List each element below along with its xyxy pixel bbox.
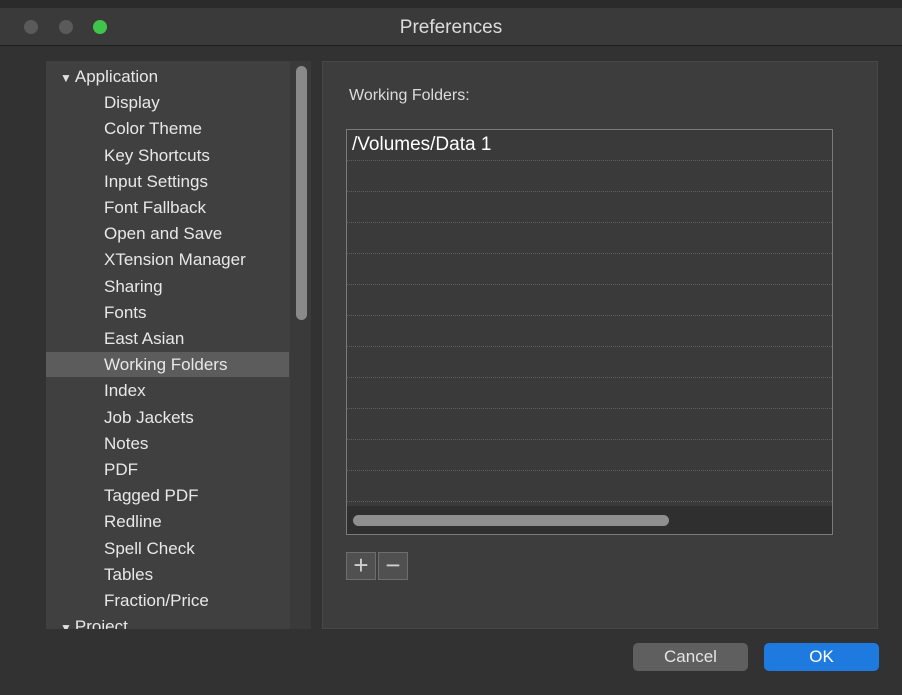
sidebar-item-key-shortcuts[interactable]: Key Shortcuts [46, 143, 289, 168]
sidebar-item-east-asian[interactable]: East Asian [46, 326, 289, 351]
sidebar-item-job-jackets[interactable]: Job Jackets [46, 405, 289, 430]
sidebar-item-label: Key Shortcuts [104, 145, 210, 165]
remove-folder-button[interactable]: − [378, 552, 408, 580]
list-item [347, 192, 832, 223]
sidebar-item-label: Job Jackets [104, 407, 194, 427]
disclosure-triangle-icon[interactable]: ▼ [60, 66, 72, 91]
sidebar-item-project[interactable]: ▼ Project [46, 614, 289, 629]
ok-button[interactable]: OK [764, 643, 879, 671]
sidebar-item-label: East Asian [104, 329, 185, 348]
list-item [347, 471, 832, 502]
disclosure-triangle-icon[interactable]: ▼ [60, 616, 72, 629]
working-folders-list[interactable]: /Volumes/Data 1 [346, 129, 833, 535]
list-item[interactable]: /Volumes/Data 1 [347, 130, 832, 161]
working-folders-panel: Working Folders: /Volumes/Data 1 + − [322, 61, 878, 629]
sidebar-item-label: Tagged PDF [104, 486, 199, 506]
sidebar-item-pdf[interactable]: PDF [46, 457, 289, 482]
sidebar-item-xtension-manager[interactable]: XTension Manager [46, 247, 289, 272]
sidebar-item-font-fallback[interactable]: Font Fallback [46, 195, 289, 220]
sidebar-item-redline[interactable]: Redline [46, 509, 289, 534]
sidebar-item-label: Spell Check [104, 538, 195, 558]
sidebar-item-open-and-save[interactable]: Open and Save [46, 221, 289, 246]
sidebar-item-index[interactable]: Index [46, 378, 289, 403]
sidebar-item-label: Input Settings [104, 171, 208, 191]
sidebar-item-label: Font Fallback [104, 198, 207, 217]
list-scrollbar-track[interactable] [347, 506, 832, 534]
sidebar-item-display[interactable]: Display [46, 90, 289, 115]
list-item [347, 161, 832, 192]
section-label: Working Folders: [349, 87, 470, 104]
sidebar-scrollbar-thumb[interactable] [296, 66, 307, 320]
sidebar-item-notes[interactable]: Notes [46, 431, 289, 456]
sidebar-item-label: Tables [104, 564, 154, 584]
preferences-window: Preferences ▼ Application Display Color The… [0, 8, 902, 695]
list-item [347, 285, 832, 316]
sidebar-item-label: PDF [104, 460, 138, 479]
sidebar-item-label: Redline [104, 512, 162, 532]
sidebar-item-color-theme[interactable]: Color Theme [46, 116, 289, 141]
sidebar-item-fonts[interactable]: Fonts [46, 300, 289, 325]
list-item [347, 316, 832, 347]
list-scrollbar-thumb[interactable] [353, 515, 669, 526]
sidebar-item-working-folders[interactable]: Working Folders [46, 352, 289, 378]
sidebar-item-application[interactable]: ▼ Application [46, 64, 289, 89]
sidebar-item-sharing[interactable]: Sharing [46, 274, 289, 299]
title-bar: Preferences [0, 8, 902, 46]
sidebar-item-fraction-price[interactable]: Fraction/Price [46, 588, 289, 613]
sidebar-item-tables[interactable]: Tables [46, 562, 289, 587]
cancel-button[interactable]: Cancel [633, 643, 748, 671]
list-item [347, 409, 832, 440]
sidebar-item-label: Notes [104, 433, 149, 453]
sidebar-item-label: Fraction/Price [104, 591, 209, 610]
preferences-sidebar: ▼ Application Display Color Theme Key Shortc… [46, 61, 311, 629]
list-item [347, 378, 832, 409]
folder-path: /Volumes/Data 1 [352, 134, 492, 155]
sidebar-item-spell-check[interactable]: Spell Check [46, 536, 289, 561]
sidebar-item-tagged-pdf[interactable]: Tagged PDF [46, 483, 289, 508]
sidebar-item-label: XTension Manager [104, 250, 246, 270]
sidebar-item-label: Sharing [104, 276, 163, 296]
sidebar-item-label: Fonts [104, 302, 147, 322]
sidebar-item-label: Display [104, 93, 160, 113]
list-item [347, 440, 832, 471]
sidebar-item-label: Working Folders [104, 355, 228, 375]
window-title: Preferences [399, 17, 503, 38]
list-item [347, 347, 832, 378]
sidebar-item-label: Open and Save [104, 224, 223, 244]
sidebar-item-label: Index [104, 381, 146, 401]
add-folder-button[interactable]: + [346, 552, 376, 580]
sidebar-item-label: Project [74, 617, 128, 629]
sidebar-item-label: Application [74, 67, 159, 86]
sidebar-item-input-settings[interactable]: Input Settings [46, 169, 289, 194]
list-item [347, 223, 832, 254]
list-item [347, 254, 832, 285]
sidebar-item-label: Color Theme [104, 119, 202, 139]
